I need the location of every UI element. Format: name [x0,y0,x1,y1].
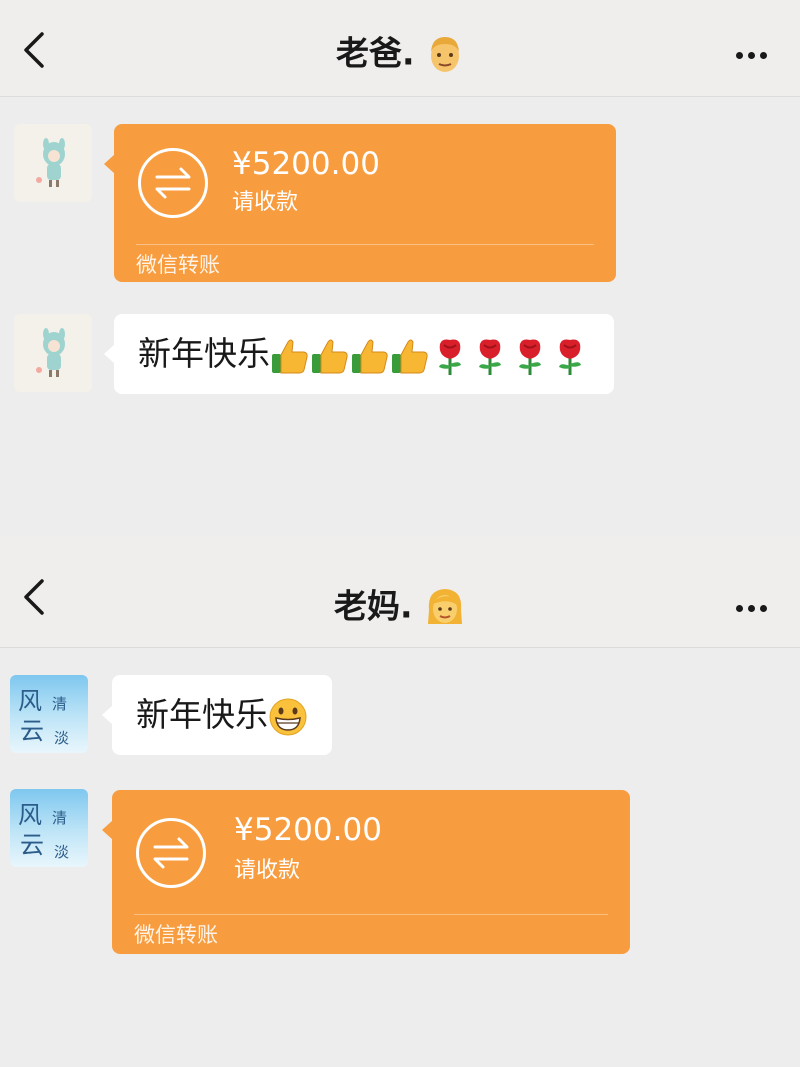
avatar-text: 云 [20,831,44,859]
transfer-icon [136,818,206,888]
grinning-face-icon [269,698,307,735]
chat-panel-mom: 老妈. 风 清 云 淡 新年快乐 风 清 云 淡 ¥5200.00 请收款 微信… [0,535,800,1067]
transfer-bubble[interactable]: ¥5200.00 请收款 微信转账 [102,790,630,954]
avatar[interactable]: 风 清 云 淡 [10,675,88,753]
text-message-bubble[interactable]: 新年快乐 [102,675,332,755]
avatar-text: 清 [52,809,68,827]
more-options-icon[interactable] [736,44,776,59]
avatar-text: 淡 [54,843,70,861]
divider [134,914,608,915]
transfer-status: 请收款 [234,858,301,883]
avatar-text: 淡 [54,729,70,747]
woman-emoji-icon [428,588,463,624]
avatar-text: 清 [52,695,68,713]
text-message-bubble[interactable]: 新年快乐 [104,314,614,394]
chat-title-text: 老妈. [333,586,413,626]
transfer-amount: ¥5200.00 [234,812,382,848]
cartoon-avatar-icon [36,328,65,377]
transfer-brand-label: 微信转账 [134,923,218,947]
message-text: 新年快乐 [136,695,268,734]
transfer-amount: ¥5200.00 [232,146,380,182]
rose-icon [550,336,590,376]
thumbs-up-icon [270,336,310,376]
chat-panel-dad: 老爸. ¥5200.00 请收款 微信转账 新年快乐 [0,0,800,500]
transfer-icon [138,148,208,218]
message-text: 新年快乐 [138,334,270,373]
avatar[interactable] [14,314,92,392]
man-emoji-icon [431,36,460,72]
chat-title: 老妈. [0,583,800,629]
rose-icon [510,336,550,376]
thumbs-up-icon [310,336,350,376]
rose-icon [430,336,470,376]
chat-header: 老妈. [0,535,800,648]
avatar[interactable]: 风 清 云 淡 [10,789,88,867]
chat-header: 老爸. [0,0,800,97]
transfer-bubble[interactable]: ¥5200.00 请收款 微信转账 [104,124,616,282]
chat-title-text: 老爸. [335,33,415,73]
avatar-text: 云 [20,717,44,745]
rose-icon [470,336,510,376]
divider [136,244,594,245]
transfer-brand-label: 微信转账 [136,253,220,277]
avatar[interactable] [14,124,92,202]
more-options-icon[interactable] [736,597,776,612]
transfer-status: 请收款 [232,190,299,215]
cartoon-avatar-icon [36,138,65,187]
thumbs-up-icon [390,336,430,376]
thumbs-up-icon [350,336,390,376]
chat-title: 老爸. [0,30,800,76]
